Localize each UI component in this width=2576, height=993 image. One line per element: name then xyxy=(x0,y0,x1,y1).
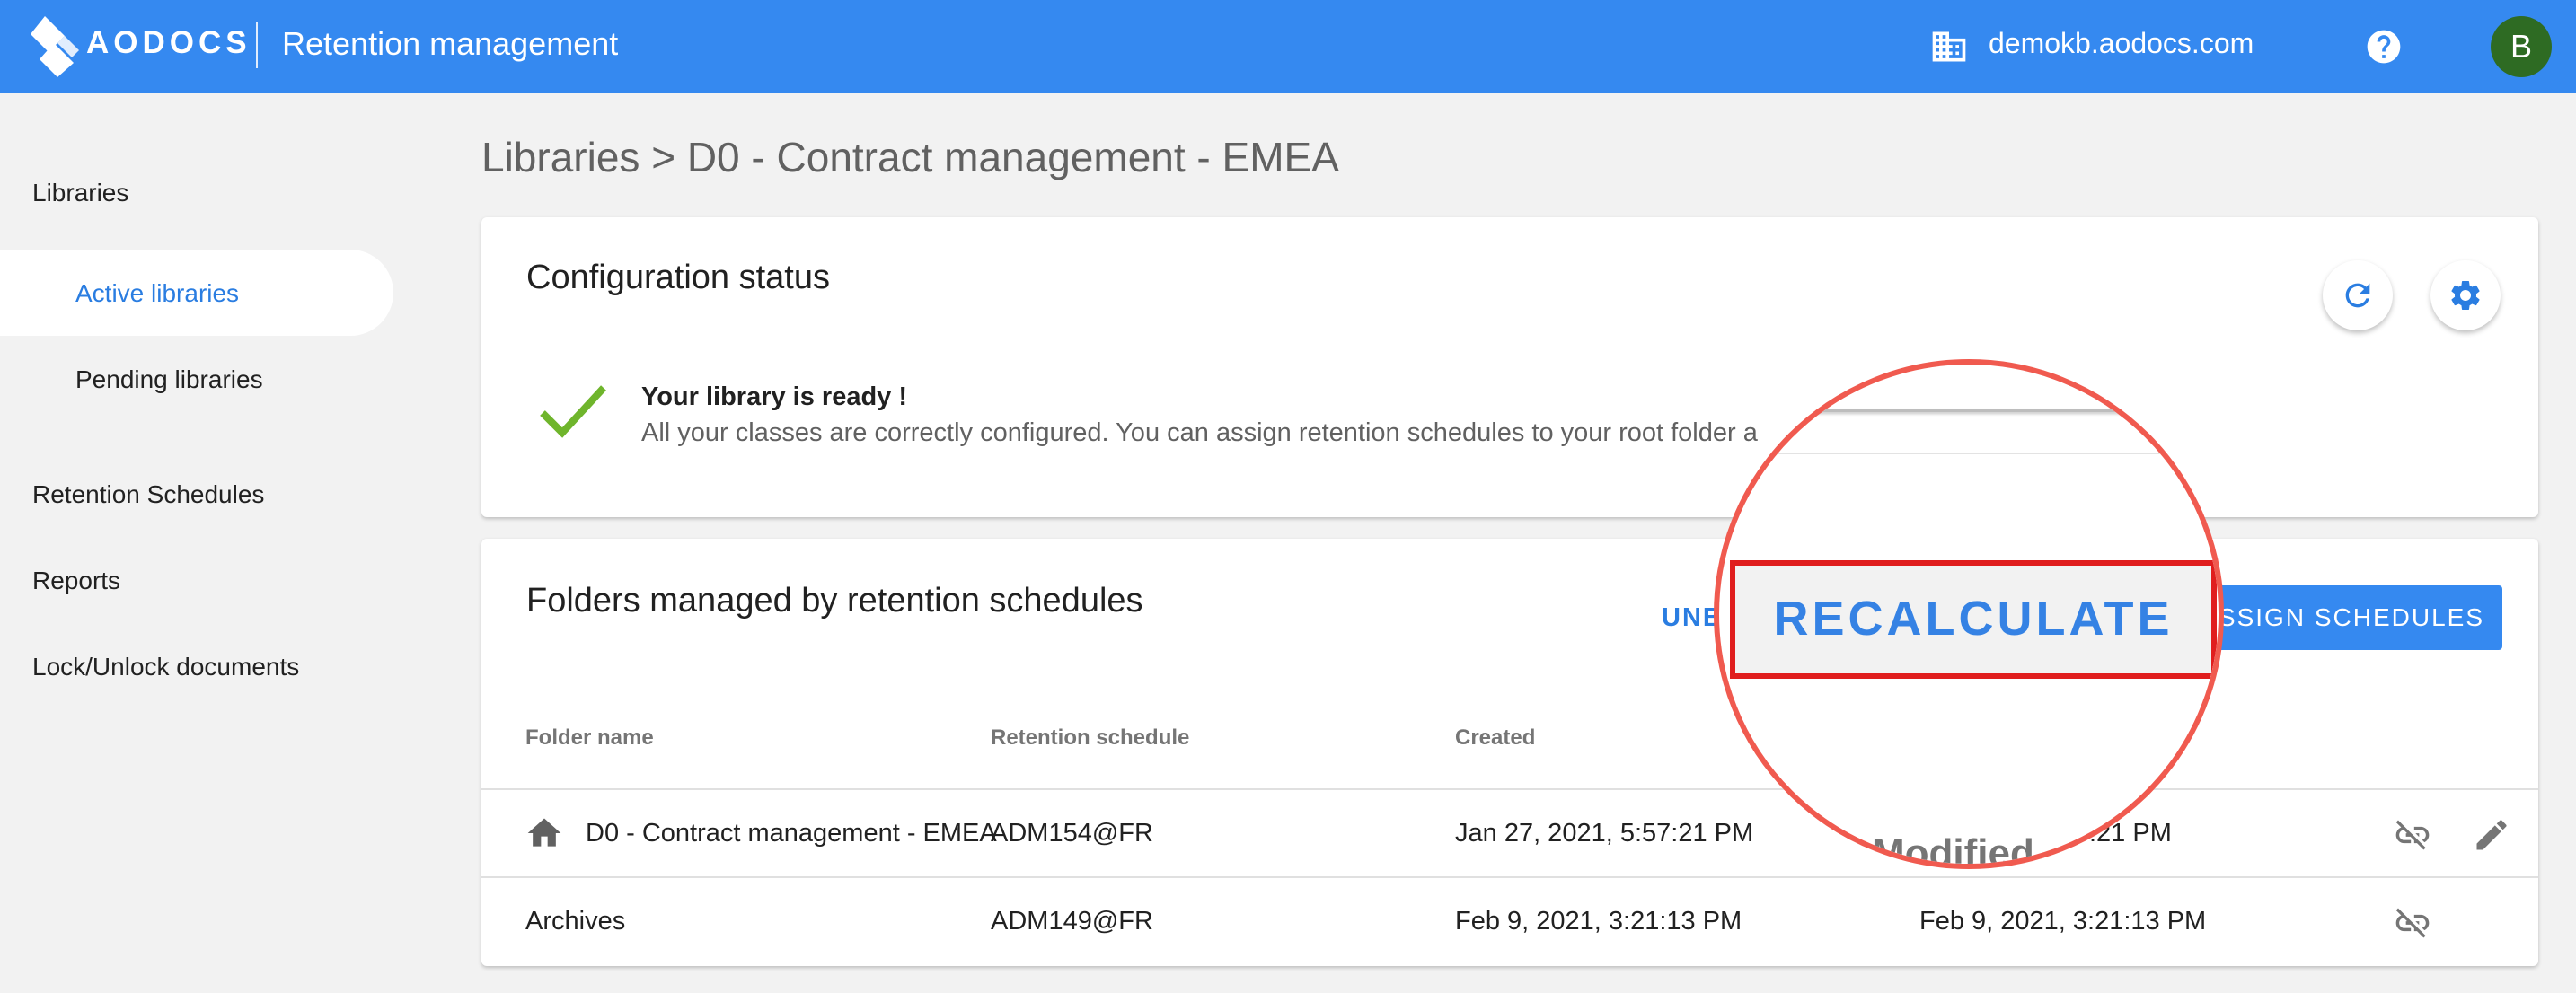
magnified-divider xyxy=(1719,409,2219,412)
sidebar-item-reports[interactable]: Reports xyxy=(32,567,120,595)
column-header-retention-schedule[interactable]: Retention schedule xyxy=(991,725,1189,751)
header-divider xyxy=(256,22,258,68)
retention-schedule: ADM154@FR xyxy=(991,819,1153,848)
status-description: All your classes are correctly configure… xyxy=(641,418,1758,447)
magnifier-callout: RECALCULATE Modified xyxy=(1714,359,2224,869)
logo-text: AODOCS xyxy=(86,25,251,60)
folders-card-title: Folders managed by retention schedules xyxy=(526,582,1143,620)
edit-icon[interactable] xyxy=(2472,815,2511,855)
unlink-icon[interactable] xyxy=(2393,815,2432,855)
folder-name: Archives xyxy=(525,907,626,936)
configuration-status-title: Configuration status xyxy=(526,259,830,296)
column-header-created[interactable]: Created xyxy=(1455,725,1535,751)
row-divider xyxy=(481,876,2538,878)
check-icon xyxy=(540,385,606,438)
refresh-button[interactable] xyxy=(2323,260,2393,330)
modified-date: Feb 9, 2021, 3:21:13 PM xyxy=(1919,907,2207,936)
sidebar-item-libraries[interactable]: Libraries xyxy=(32,179,128,207)
home-icon xyxy=(527,818,561,847)
app-title: Retention management xyxy=(282,25,619,62)
gear-icon xyxy=(2451,281,2480,310)
status-title: Your library is ready ! xyxy=(641,382,908,411)
folder-name: D0 - Contract management - EMEA xyxy=(586,819,997,848)
assign-schedules-button[interactable]: ASSIGN SCHEDULES xyxy=(2192,585,2502,650)
column-header-folder-name[interactable]: Folder name xyxy=(525,725,654,751)
sidebar-item-active-libraries[interactable]: Active libraries xyxy=(75,279,239,308)
unlink-icon[interactable] xyxy=(2393,903,2432,943)
top-app-bar: AODOCS Retention management demokb.aodoc… xyxy=(0,0,2576,93)
domain-label[interactable]: demokb.aodocs.com xyxy=(1989,27,2254,60)
magnified-divider xyxy=(1719,453,2219,454)
breadcrumb[interactable]: Libraries > D0 - Contract management - E… xyxy=(481,133,1339,181)
created-date: Jan 27, 2021, 5:57:21 PM xyxy=(1455,819,1754,848)
created-date: Feb 9, 2021, 3:21:13 PM xyxy=(1455,907,1742,936)
avatar[interactable]: B xyxy=(2491,16,2552,77)
retention-schedule: ADM149@FR xyxy=(991,907,1153,936)
aodocs-logo-icon[interactable] xyxy=(29,13,95,77)
sidebar-item-retention-schedules[interactable]: Retention Schedules xyxy=(32,480,264,509)
sidebar-item-pending-libraries[interactable]: Pending libraries xyxy=(75,365,263,394)
help-icon[interactable] xyxy=(2364,27,2404,66)
sidebar-item-lock-unlock[interactable]: Lock/Unlock documents xyxy=(32,653,299,681)
refresh-icon xyxy=(2345,283,2370,308)
recalculate-button[interactable]: RECALCULATE xyxy=(1730,560,2217,679)
magnified-column-header-modified: Modified xyxy=(1872,831,2034,869)
settings-button[interactable] xyxy=(2430,260,2501,330)
building-icon xyxy=(1932,31,1966,62)
row-divider xyxy=(481,788,2538,790)
